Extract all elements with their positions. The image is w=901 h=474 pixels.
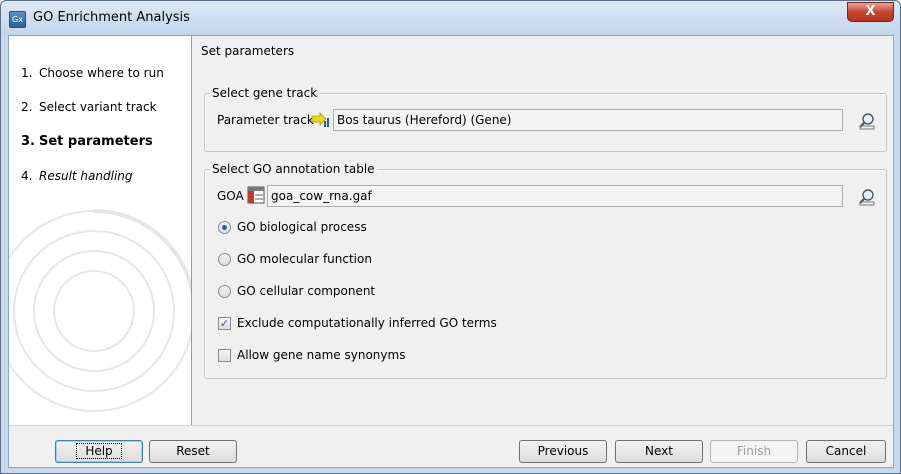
step-number: 4. — [21, 169, 33, 183]
step-label: Select variant track — [39, 100, 157, 114]
title-bar[interactable]: Gx GO Enrichment Analysis X — [1, 1, 900, 35]
radio-label: GO biological process — [237, 220, 367, 234]
dialog-window: Gx GO Enrichment Analysis X 1. Choose whe… — [0, 0, 901, 474]
radio-label: GO molecular function — [237, 252, 372, 266]
checkbox-label: Exclude computationally inferred GO term… — [237, 316, 497, 330]
browse-icon[interactable] — [857, 187, 877, 207]
close-button[interactable]: X — [847, 2, 894, 22]
help-button-label: Help — [76, 443, 122, 459]
radio-button[interactable] — [218, 285, 231, 298]
parameters-panel: Set parameters Select gene track Paramet… — [193, 36, 893, 425]
step-number: 2. — [21, 100, 33, 114]
step-item-set-parameters: 3. Set parameters — [21, 134, 153, 149]
step-item-select-variant-track: 2. Select variant track — [21, 100, 157, 114]
browse-icon[interactable] — [857, 111, 877, 131]
dialog-body: 1. Choose where to run 2. Select variant t… — [8, 35, 894, 468]
reset-button[interactable]: Reset — [149, 440, 237, 463]
checkbox-allow-gene-name-synonyms[interactable]: Allow gene name synonyms — [218, 348, 568, 364]
radio-go-cellular-component[interactable]: GO cellular component — [218, 284, 518, 300]
radio-label: GO cellular component — [237, 284, 376, 298]
finish-button: Finish — [710, 440, 798, 463]
radio-go-biological-process[interactable]: GO biological process — [218, 220, 518, 236]
radio-go-molecular-function[interactable]: GO molecular function — [218, 252, 518, 268]
cancel-button[interactable]: Cancel — [806, 440, 886, 463]
step-label: Result handling — [39, 169, 133, 183]
checkmark-icon[interactable]: ✓ — [218, 317, 231, 330]
parameter-track-label: Parameter track — [217, 113, 314, 127]
app-icon: Gx — [9, 11, 26, 28]
next-button[interactable]: Next — [615, 440, 703, 463]
checkbox-box[interactable] — [218, 349, 231, 362]
window-title: GO Enrichment Analysis — [33, 10, 190, 25]
previous-button[interactable]: Previous — [519, 440, 607, 463]
radio-button[interactable] — [218, 253, 231, 266]
step-item-choose-where-to-run: 1. Choose where to run — [21, 66, 164, 80]
go-annotation-group: Select GO annotation table GOA goa_cow_r… — [204, 162, 887, 379]
step-label: Set parameters — [39, 134, 153, 149]
checkbox-exclude-inferred-go-terms[interactable]: ✓ Exclude computationally inferred GO te… — [218, 316, 568, 332]
track-icon — [311, 112, 329, 127]
radio-button[interactable] — [218, 221, 231, 234]
section-title: Set parameters — [201, 44, 295, 58]
steps-panel: 1. Choose where to run 2. Select variant t… — [9, 36, 192, 425]
step-item-result-handling: 4. Result handling — [21, 169, 133, 183]
goa-label: GOA — [217, 189, 244, 203]
table-icon — [247, 186, 265, 204]
gene-track-legend: Select gene track — [210, 86, 320, 100]
go-annotation-legend: Select GO annotation table — [210, 162, 377, 176]
checkbox-label: Allow gene name synonyms — [237, 348, 406, 362]
help-button[interactable]: Help — [55, 440, 143, 463]
step-number: 3. — [21, 134, 35, 149]
step-label: Choose where to run — [39, 66, 164, 80]
watermark-swirl-icon — [9, 209, 191, 412]
gene-track-group: Select gene track Parameter track Bos ta… — [204, 86, 887, 152]
button-bar: Help Reset Previous Next Finish Cancel — [9, 425, 893, 467]
parameter-track-field[interactable]: Bos taurus (Hereford) (Gene) — [333, 109, 843, 131]
step-number: 1. — [21, 66, 33, 80]
goa-field[interactable]: goa_cow_rna.gaf — [267, 185, 843, 207]
